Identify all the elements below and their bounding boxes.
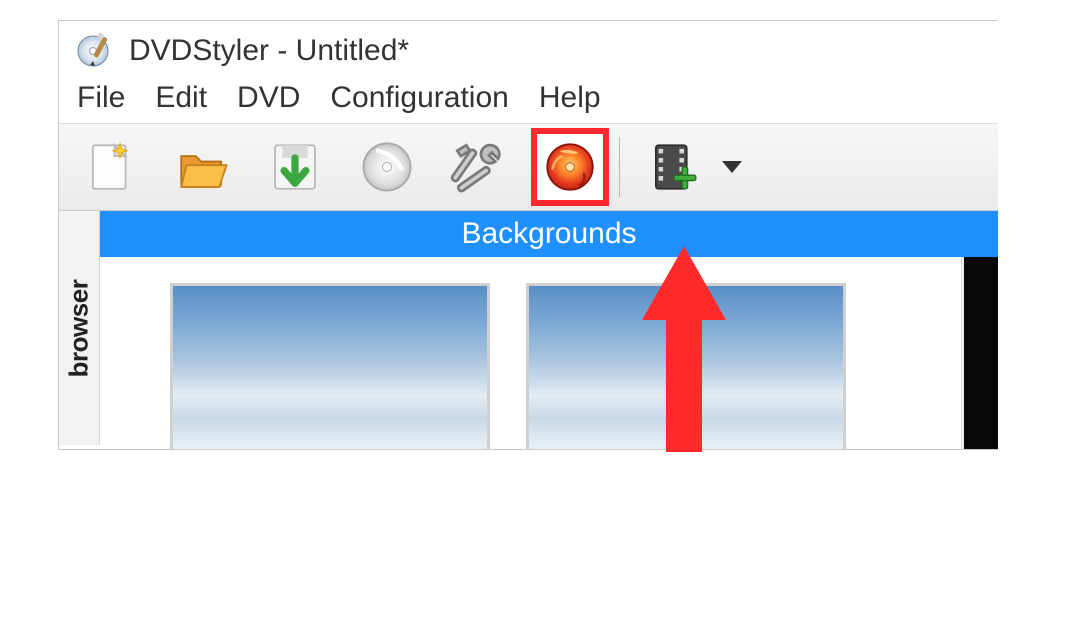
preview-area <box>964 257 998 450</box>
new-file-button[interactable] <box>71 133 151 201</box>
menu-file[interactable]: File <box>77 81 125 115</box>
background-thumbnail[interactable] <box>526 283 846 450</box>
backgrounds-panel-header: Backgrounds <box>100 211 998 257</box>
background-thumbnail[interactable] <box>170 283 490 450</box>
menu-edit[interactable]: Edit <box>155 81 207 115</box>
body-area: browser Backgrounds <box>59 211 998 445</box>
add-video-dropdown-icon[interactable] <box>722 161 742 173</box>
menu-dvd[interactable]: DVD <box>237 81 300 115</box>
backgrounds-thumbnails <box>100 257 961 450</box>
tools-button[interactable] <box>439 133 519 201</box>
app-window: DVDStyler - Untitled* File Edit DVD Conf… <box>58 20 998 450</box>
menubar: File Edit DVD Configuration Help <box>59 81 998 123</box>
app-icon <box>75 33 111 69</box>
burn-button-highlighted[interactable] <box>531 128 609 206</box>
menu-configuration[interactable]: Configuration <box>330 81 508 115</box>
toolbar <box>59 123 998 211</box>
menu-help[interactable]: Help <box>539 81 601 115</box>
window-title: DVDStyler - Untitled* <box>129 34 409 68</box>
burn-disc-icon <box>542 139 598 195</box>
toolbar-separator <box>619 137 620 197</box>
save-button[interactable] <box>255 133 335 201</box>
titlebar: DVDStyler - Untitled* <box>59 21 998 81</box>
sidebar-tab-label: browser <box>64 279 95 377</box>
sidebar-tab[interactable]: browser <box>59 211 100 445</box>
add-video-button[interactable] <box>634 133 714 201</box>
open-button[interactable] <box>163 133 243 201</box>
preview-button[interactable] <box>347 133 427 201</box>
